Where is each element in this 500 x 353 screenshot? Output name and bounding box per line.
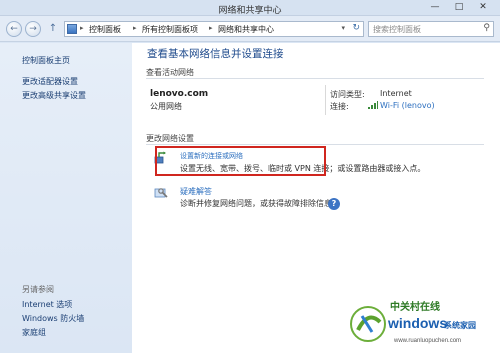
refresh-icon[interactable]: ↻ [352,23,360,33]
back-button[interactable]: ← [6,21,22,37]
forward-button[interactable]: → [25,21,41,37]
access-type-label: 访问类型: [330,90,365,99]
sidebar-item-home[interactable]: 控制面板主页 [22,55,70,66]
help-button[interactable]: ? [328,198,340,210]
network-name: lenovo.com [150,89,209,99]
search-icon[interactable]: ⚲ [483,23,490,33]
sidebar-item-firewall[interactable]: Windows 防火墙 [22,313,84,324]
change-settings-label: 更改网络设置 [146,134,194,143]
control-panel-icon [67,24,77,34]
network-type[interactable]: 公用网络 [150,101,182,112]
page-title: 查看基本网络信息并设置连接 [147,48,284,60]
navigation-bar: ← → ↑ ▸ 控制面板 ▸ 所有控制面板项 ▸ 网络和共享中心 ▾ ↻ 搜索控… [0,16,500,42]
svg-text:中关村在线: 中关村在线 [390,300,440,313]
sidebar-item-advanced-sharing[interactable]: 更改高级共享设置 [22,90,86,101]
access-type-value: Internet [380,89,412,98]
wifi-connection-link[interactable]: Wi-Fi (lenovo) [380,101,435,110]
chevron-right-icon[interactable]: ▸ [133,24,137,32]
troubleshoot-icon [154,188,168,198]
see-also-heading: 另请参阅 [22,285,54,294]
sidebar-item-internet-options[interactable]: Internet 选项 [22,299,72,310]
sidebar: 控制面板主页 更改适配器设置 更改高级共享设置 另请参阅 Internet 选项… [0,43,132,353]
search-placeholder: 搜索控制面板 [373,25,421,34]
title-bar: 网络和共享中心 — □ ✕ [0,0,500,16]
close-button[interactable]: ✕ [473,0,493,14]
breadcrumb-all-items[interactable]: 所有控制面板项 [142,24,198,35]
chevron-right-icon[interactable]: ▸ [80,24,84,32]
svg-text:www.ruanluopuchen.com: www.ruanluopuchen.com [393,338,461,344]
connection-label: 连接: [330,102,349,111]
search-input[interactable]: 搜索控制面板 ⚲ [368,21,494,37]
svg-text:系统家园: 系统家园 [444,320,476,330]
site-watermark-logo: 中关村在线 windows 系统家园 www.ruanluopuchen.com [350,300,476,344]
wifi-icon [368,101,378,109]
troubleshoot-link[interactable]: 疑难解答 [180,186,212,197]
address-bar[interactable]: ▸ 控制面板 ▸ 所有控制面板项 ▸ 网络和共享中心 ▾ ↻ [64,21,364,37]
highlight-annotation-box [155,146,326,176]
minimize-button[interactable]: — [425,0,445,14]
active-networks-label: 查看活动网络 [146,68,194,77]
divider [146,144,484,145]
breadcrumb-control-panel[interactable]: 控制面板 [89,24,121,35]
up-button[interactable]: ↑ [46,22,60,36]
svg-text:windows: windows [387,315,447,331]
divider [325,85,326,115]
troubleshoot-description: 诊断并修复网络问题，或获得故障排除信息。 [180,199,340,208]
maximize-button[interactable]: □ [449,0,469,14]
sidebar-item-adapter-settings[interactable]: 更改适配器设置 [22,76,78,87]
divider [146,78,484,79]
sidebar-item-homegroup[interactable]: 家庭组 [22,327,46,338]
breadcrumb-network-center[interactable]: 网络和共享中心 [218,24,274,35]
chevron-down-icon[interactable]: ▾ [341,24,345,32]
chevron-right-icon[interactable]: ▸ [209,24,213,32]
